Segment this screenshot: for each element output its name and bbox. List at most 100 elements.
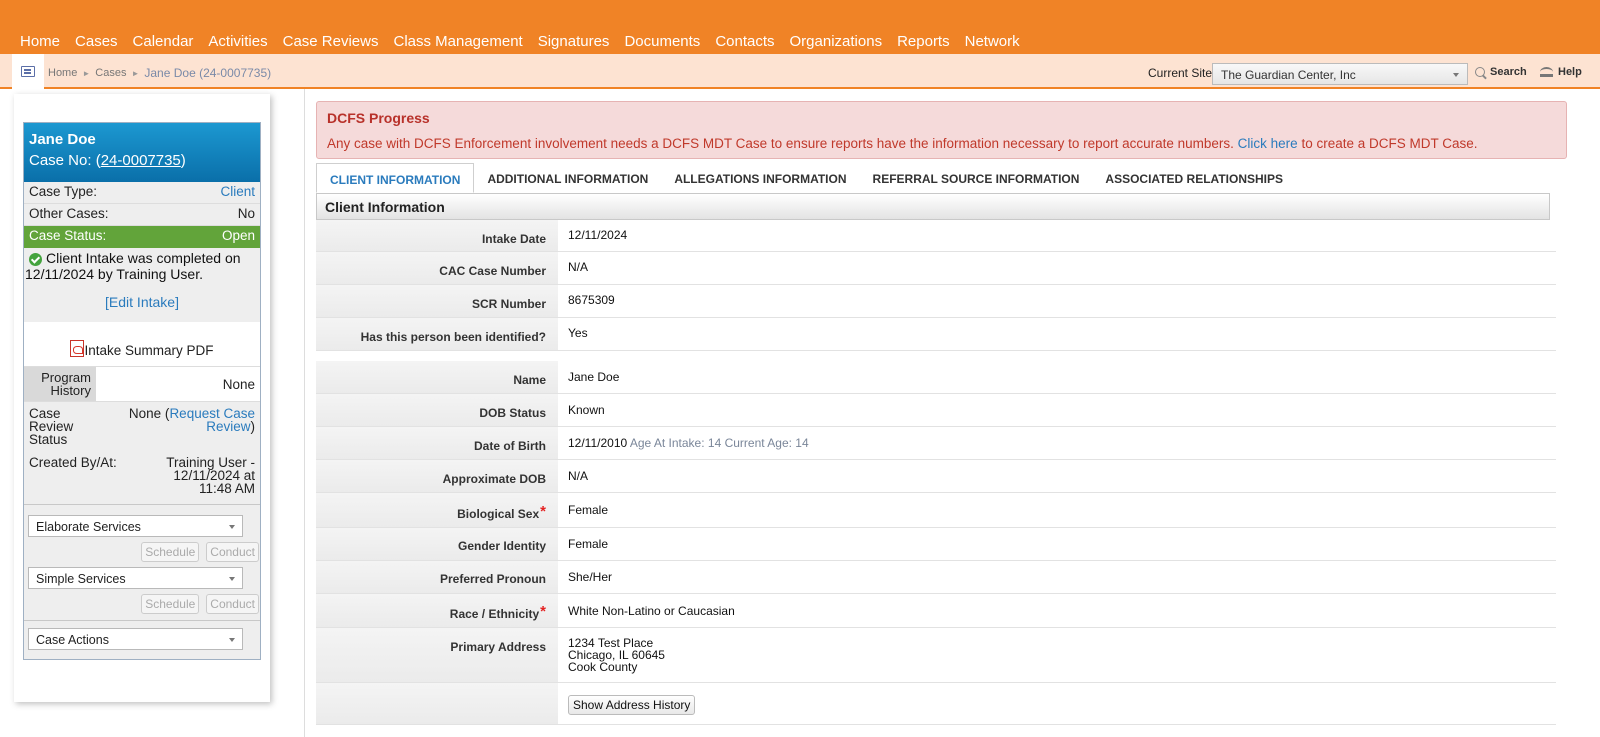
search-icon bbox=[1475, 67, 1485, 77]
alert-title: DCFS Progress bbox=[327, 110, 430, 126]
simple-services-select[interactable]: Simple Services bbox=[28, 567, 243, 589]
dcfs-progress-alert: DCFS Progress Any case with DCFS Enforce… bbox=[316, 101, 1567, 159]
elaborate-services-select[interactable]: Elaborate Services bbox=[28, 515, 243, 537]
nav-documents[interactable]: Documents bbox=[624, 33, 700, 50]
field-label: Intake Date bbox=[316, 220, 558, 251]
nav-calendar[interactable]: Calendar bbox=[133, 33, 194, 50]
case-status-value: Open bbox=[221, 228, 255, 243]
field-value: 12/11/2010 Age At Intake: 14 Current Age… bbox=[558, 427, 1556, 459]
field-label: Gender Identity bbox=[316, 528, 558, 560]
conduct-button[interactable]: Conduct bbox=[206, 542, 259, 562]
intake-summary-pdf-row: Intake Summary PDF bbox=[24, 322, 260, 366]
field-label: Name bbox=[316, 361, 558, 393]
divider bbox=[24, 504, 260, 510]
request-case-review-link[interactable]: Request Case Review bbox=[169, 406, 255, 434]
field-value: 12/11/2024 bbox=[558, 220, 1556, 251]
case-card-icon[interactable] bbox=[12, 54, 44, 89]
pdf-icon bbox=[70, 340, 85, 357]
field-label: SCR Number bbox=[316, 285, 558, 317]
form-row-name: Name Jane Doe bbox=[316, 361, 1556, 394]
nav-home[interactable]: Home bbox=[20, 33, 60, 50]
form-row-primary-address: Primary Address 1234 Test Place Chicago,… bbox=[316, 628, 1556, 683]
form-row-cac-case-number: CAC Case Number N/A bbox=[316, 252, 1556, 285]
case-actions-select[interactable]: Case Actions bbox=[28, 628, 243, 650]
case-type-row: Case Type: Client bbox=[24, 182, 260, 204]
tab-associated-relationships[interactable]: ASSOCIATED RELATIONSHIPS bbox=[1092, 163, 1296, 193]
search-button[interactable]: Search bbox=[1475, 66, 1527, 78]
program-history-row: Program History None bbox=[24, 366, 260, 402]
tab-additional-information[interactable]: ADDITIONAL INFORMATION bbox=[474, 163, 661, 193]
form-row-biological-sex: Biological Sex* Female bbox=[316, 493, 1556, 528]
top-nav-bar: Home Cases Calendar Activities Case Revi… bbox=[0, 0, 1600, 54]
elaborate-services-actions: Schedule Conduct bbox=[24, 542, 259, 562]
tab-allegations-information[interactable]: ALLEGATIONS INFORMATION bbox=[661, 163, 859, 193]
search-label: Search bbox=[1490, 66, 1527, 78]
program-history-label: Program History bbox=[24, 367, 96, 401]
field-value: N/A bbox=[558, 460, 1556, 492]
case-sidebar: Jane Doe Case No: (24-0007735) Case Type… bbox=[14, 94, 270, 702]
breadcrumb-home[interactable]: Home bbox=[48, 67, 77, 79]
current-site-label: Current Site bbox=[1148, 66, 1213, 80]
case-review-status-label: Case Review Status bbox=[29, 406, 74, 447]
breadcrumb: Home ► Cases ► Jane Doe (24-0007735) bbox=[48, 66, 271, 80]
case-number: Case No: (24-0007735) bbox=[29, 152, 186, 169]
breadcrumb-separator-icon: ► bbox=[131, 68, 140, 78]
program-history-value: None bbox=[96, 367, 260, 401]
help-button[interactable]: Help bbox=[1540, 66, 1582, 78]
nav-network[interactable]: Network bbox=[965, 33, 1020, 50]
tab-client-information[interactable]: CLIENT INFORMATION bbox=[316, 163, 475, 193]
case-number-link[interactable]: 24-0007735 bbox=[101, 152, 181, 169]
nav-class-management[interactable]: Class Management bbox=[393, 33, 522, 50]
edit-intake-link[interactable]: [Edit Intake] bbox=[24, 294, 260, 322]
form-row-approximate-dob: Approximate DOB N/A bbox=[316, 460, 1556, 493]
other-cases-label: Other Cases: bbox=[29, 206, 109, 221]
case-status-row: Case Status: Open bbox=[24, 226, 260, 248]
current-site-value: The Guardian Center, Inc bbox=[1221, 68, 1356, 82]
nav-cases[interactable]: Cases bbox=[75, 33, 118, 50]
field-label: Preferred Pronoun bbox=[316, 561, 558, 593]
breadcrumb-bar: Home ► Cases ► Jane Doe (24-0007735) Cur… bbox=[0, 54, 1600, 89]
main-menu: Home Cases Calendar Activities Case Revi… bbox=[20, 33, 1035, 50]
case-type-value[interactable]: Client bbox=[220, 184, 255, 201]
schedule-button[interactable]: Schedule bbox=[141, 542, 200, 562]
show-address-history-button[interactable]: Show Address History bbox=[568, 695, 696, 715]
nav-case-reviews[interactable]: Case Reviews bbox=[283, 33, 379, 50]
form-row-scr-number: SCR Number 8675309 bbox=[316, 285, 1556, 318]
breadcrumb-current: Jane Doe (24-0007735) bbox=[144, 66, 272, 80]
nav-reports[interactable]: Reports bbox=[897, 33, 950, 50]
schedule-button[interactable]: Schedule bbox=[141, 594, 200, 614]
address-line: Chicago, IL 60645 bbox=[568, 648, 665, 662]
created-by-row: Created By/At: Training User - 12/11/202… bbox=[24, 451, 260, 500]
form-row-race-ethnicity: Race / Ethnicity* White Non-Latino or Ca… bbox=[316, 594, 1556, 628]
alert-message: Any case with DCFS Enforcement involveme… bbox=[327, 136, 1478, 151]
field-label: CAC Case Number bbox=[316, 252, 558, 284]
divider bbox=[24, 620, 260, 626]
field-value: 8675309 bbox=[558, 285, 1556, 317]
case-review-status-value: None (Request Case Review) bbox=[128, 406, 255, 434]
chevron-down-icon bbox=[229, 525, 235, 529]
nav-signatures[interactable]: Signatures bbox=[538, 33, 610, 50]
required-marker: * bbox=[540, 503, 546, 520]
nav-activities[interactable]: Activities bbox=[208, 33, 267, 50]
client-name: Jane Doe bbox=[29, 131, 96, 148]
intake-completed-note: Client Intake was completed on 12/11/202… bbox=[25, 250, 241, 282]
address-line: Cook County bbox=[568, 660, 638, 674]
field-value: Known bbox=[558, 394, 1556, 426]
case-tabs: CLIENT INFORMATION ADDITIONAL INFORMATIO… bbox=[316, 163, 1296, 193]
case-card-header: Jane Doe Case No: (24-0007735) bbox=[24, 123, 260, 182]
simple-services-actions: Schedule Conduct bbox=[24, 594, 259, 614]
case-card: Jane Doe Case No: (24-0007735) Case Type… bbox=[23, 122, 261, 660]
create-dcfs-case-link[interactable]: Click here bbox=[1238, 136, 1298, 151]
case-review-status-row: Case Review Status None (Request Case Re… bbox=[24, 402, 260, 451]
current-site-select[interactable]: The Guardian Center, Inc bbox=[1212, 63, 1468, 85]
conduct-button[interactable]: Conduct bbox=[206, 594, 259, 614]
breadcrumb-cases[interactable]: Cases bbox=[95, 67, 126, 79]
tab-referral-source-information[interactable]: REFERRAL SOURCE INFORMATION bbox=[860, 163, 1093, 193]
client-information-form: Intake Date 12/11/2024 CAC Case Number N… bbox=[316, 220, 1556, 725]
nav-organizations[interactable]: Organizations bbox=[790, 33, 883, 50]
field-value: Jane Doe bbox=[558, 361, 1556, 393]
field-label: Has this person been identified? bbox=[316, 318, 558, 350]
nav-contacts[interactable]: Contacts bbox=[715, 33, 774, 50]
form-gap bbox=[316, 351, 1556, 361]
intake-summary-pdf-link[interactable]: Intake Summary PDF bbox=[84, 343, 213, 358]
